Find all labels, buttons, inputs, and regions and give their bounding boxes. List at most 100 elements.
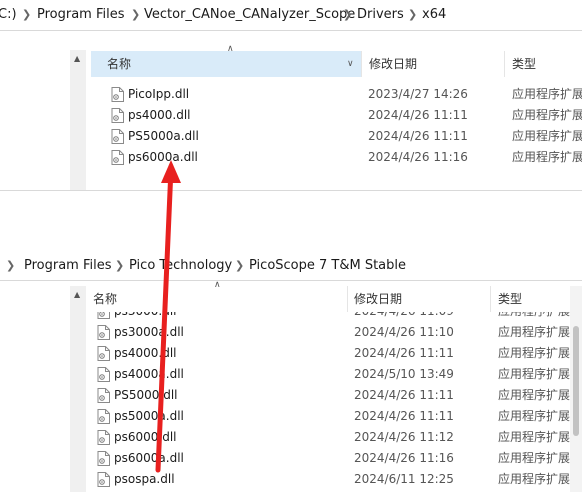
- file-name: ps6000.dll: [114, 430, 177, 444]
- file-row[interactable]: ps6000a.dll 2024/4/26 11:16 应用程序扩展: [0, 448, 582, 469]
- file-modified: 2024/4/26 11:12: [354, 430, 454, 444]
- dll-file-icon: [111, 129, 124, 144]
- column-divider[interactable]: [347, 286, 348, 312]
- scroll-up-arrow-icon[interactable]: ▲: [74, 54, 80, 63]
- breadcrumb-picoscope[interactable]: PicoScope 7 T&M Stable: [249, 252, 406, 280]
- file-modified: 2024/4/26 11:11: [354, 409, 454, 423]
- file-name: PS5000a.dll: [128, 129, 199, 143]
- file-name: ps4000.dll: [114, 346, 177, 360]
- file-row[interactable]: ps6000.dll 2024/4/26 11:12 应用程序扩展: [0, 427, 582, 448]
- file-name: ps6000a.dll: [114, 451, 184, 465]
- file-type: 应用程序扩展: [498, 325, 571, 339]
- file-modified: 2024/4/26 11:11: [354, 388, 454, 402]
- chevron-right-icon[interactable]: ❯: [6, 252, 15, 280]
- file-row[interactable]: ps4000.dll 2024/4/26 11:11 应用程序扩展: [0, 105, 582, 126]
- column-header-modified[interactable]: 修改日期: [369, 51, 499, 77]
- breadcrumb-drivers[interactable]: Drivers: [357, 0, 404, 30]
- dll-file-icon: [97, 451, 110, 466]
- file-row[interactable]: ps3000.dll 2024/4/26 11:09 应用程序扩展: [0, 312, 582, 322]
- file-modified: 2023/4/27 14:26: [368, 87, 468, 101]
- column-header-type[interactable]: 类型: [498, 286, 568, 312]
- file-row[interactable]: ps3000a.dll 2024/4/26 11:10 应用程序扩展: [0, 322, 582, 343]
- dll-file-icon: [97, 312, 110, 319]
- chevron-right-icon[interactable]: ❯: [235, 252, 244, 280]
- file-row[interactable]: ps4000.dll 2024/4/26 11:11 应用程序扩展: [0, 343, 582, 364]
- scrollbar-thumb[interactable]: [573, 326, 579, 436]
- file-type: 应用程序扩展: [512, 129, 582, 143]
- breadcrumb-program-files[interactable]: Program Files: [24, 252, 112, 280]
- dll-file-icon: [97, 325, 110, 340]
- breadcrumb-drive[interactable]: C:): [0, 0, 17, 30]
- dll-file-icon: [97, 472, 110, 487]
- chevron-right-icon[interactable]: ❯: [131, 0, 140, 30]
- column-header-type-label: 类型: [512, 57, 537, 71]
- file-row[interactable]: PicoIpp.dll 2023/4/27 14:26 应用程序扩展: [0, 84, 582, 105]
- file-name: psospa.dll: [114, 472, 175, 486]
- address-bar[interactable]: ❯ Program Files ❯ Pico Technology ❯ Pico…: [0, 252, 582, 281]
- dll-file-icon: [111, 108, 124, 123]
- file-modified: 2024/4/26 11:09: [354, 312, 454, 322]
- chevron-right-icon[interactable]: ❯: [22, 0, 31, 30]
- column-header-name-label: 名称: [107, 57, 132, 71]
- file-type: 应用程序扩展: [498, 367, 571, 381]
- file-type: 应用程序扩展: [498, 472, 571, 486]
- breadcrumb-pico-technology[interactable]: Pico Technology: [129, 252, 232, 280]
- file-row[interactable]: PS5000.dll 2024/4/26 11:11 应用程序扩展: [0, 385, 582, 406]
- file-type: 应用程序扩展: [498, 430, 571, 444]
- dll-file-icon: [97, 430, 110, 445]
- dll-file-icon: [97, 388, 110, 403]
- file-name: ps5000a.dll: [114, 409, 184, 423]
- breadcrumb-program-files[interactable]: Program Files: [37, 0, 125, 30]
- chevron-right-icon[interactable]: ❯: [343, 0, 352, 30]
- column-divider[interactable]: [504, 51, 505, 77]
- file-row[interactable]: PS5000a.dll 2024/4/26 11:11 应用程序扩展: [0, 126, 582, 147]
- sort-up-icon: ∧: [214, 280, 221, 290]
- file-row[interactable]: ps5000a.dll 2024/4/26 11:11 应用程序扩展: [0, 406, 582, 427]
- column-header-modified-label: 修改日期: [354, 292, 403, 306]
- breadcrumb-vector-scope[interactable]: Vector_CANoe_CANalyzer_Scope: [144, 0, 355, 30]
- file-row[interactable]: ps4000a.dll 2024/5/10 13:49 应用程序扩展: [0, 364, 582, 385]
- column-header-name[interactable]: 名称: [91, 51, 361, 77]
- file-type: 应用程序扩展: [498, 312, 570, 322]
- file-type: 应用程序扩展: [512, 108, 582, 122]
- column-header-modified-label: 修改日期: [369, 57, 418, 71]
- file-row[interactable]: ps6000a.dll 2024/4/26 11:16 应用程序扩展: [0, 147, 582, 168]
- chevron-down-icon[interactable]: ∨: [347, 59, 354, 69]
- file-modified: 2024/4/26 11:11: [368, 129, 468, 143]
- file-name: ps4000a.dll: [114, 367, 184, 381]
- file-row[interactable]: psospa.dll 2024/6/11 12:25 应用程序扩展: [0, 469, 582, 490]
- file-type: 应用程序扩展: [498, 388, 571, 402]
- file-modified: 2024/4/26 11:11: [354, 346, 454, 360]
- dll-file-icon: [97, 409, 110, 424]
- chevron-right-icon[interactable]: ❯: [115, 252, 124, 280]
- file-type: 应用程序扩展: [512, 87, 582, 101]
- column-divider[interactable]: [361, 51, 362, 77]
- breadcrumb-x64[interactable]: x64: [422, 0, 446, 30]
- file-name: PS5000.dll: [114, 388, 178, 402]
- dll-file-icon: [97, 346, 110, 361]
- file-type: 应用程序扩展: [498, 409, 571, 423]
- screenshot-gap: [0, 190, 582, 253]
- file-name: ps6000a.dll: [128, 150, 198, 164]
- dll-file-icon: [111, 150, 124, 165]
- file-modified: 2024/4/26 11:16: [368, 150, 468, 164]
- file-type: 应用程序扩展: [512, 150, 582, 164]
- column-header-type-label: 类型: [498, 292, 523, 306]
- file-name: ps4000.dll: [128, 108, 191, 122]
- sort-up-icon: ∧: [227, 44, 234, 54]
- file-type: 应用程序扩展: [498, 346, 571, 360]
- column-header-name-label: 名称: [93, 292, 118, 306]
- bottom-explorer-window: ❯ Program Files ❯ Pico Technology ❯ Pico…: [0, 252, 582, 492]
- column-header-modified[interactable]: 修改日期: [354, 286, 484, 312]
- column-divider[interactable]: [490, 286, 491, 312]
- file-type: 应用程序扩展: [498, 451, 571, 465]
- dll-file-icon: [111, 87, 124, 102]
- scroll-up-arrow-icon[interactable]: ▲: [74, 290, 80, 299]
- column-header-type[interactable]: 类型: [512, 51, 582, 77]
- file-modified: 2024/4/26 11:11: [368, 108, 468, 122]
- chevron-right-icon[interactable]: ❯: [408, 0, 417, 30]
- file-list-scrollbar[interactable]: [570, 286, 582, 492]
- address-bar[interactable]: C:) ❯ Program Files ❯ Vector_CANoe_CANal…: [0, 0, 582, 31]
- file-modified: 2024/4/26 11:16: [354, 451, 454, 465]
- file-modified: 2024/4/26 11:10: [354, 325, 454, 339]
